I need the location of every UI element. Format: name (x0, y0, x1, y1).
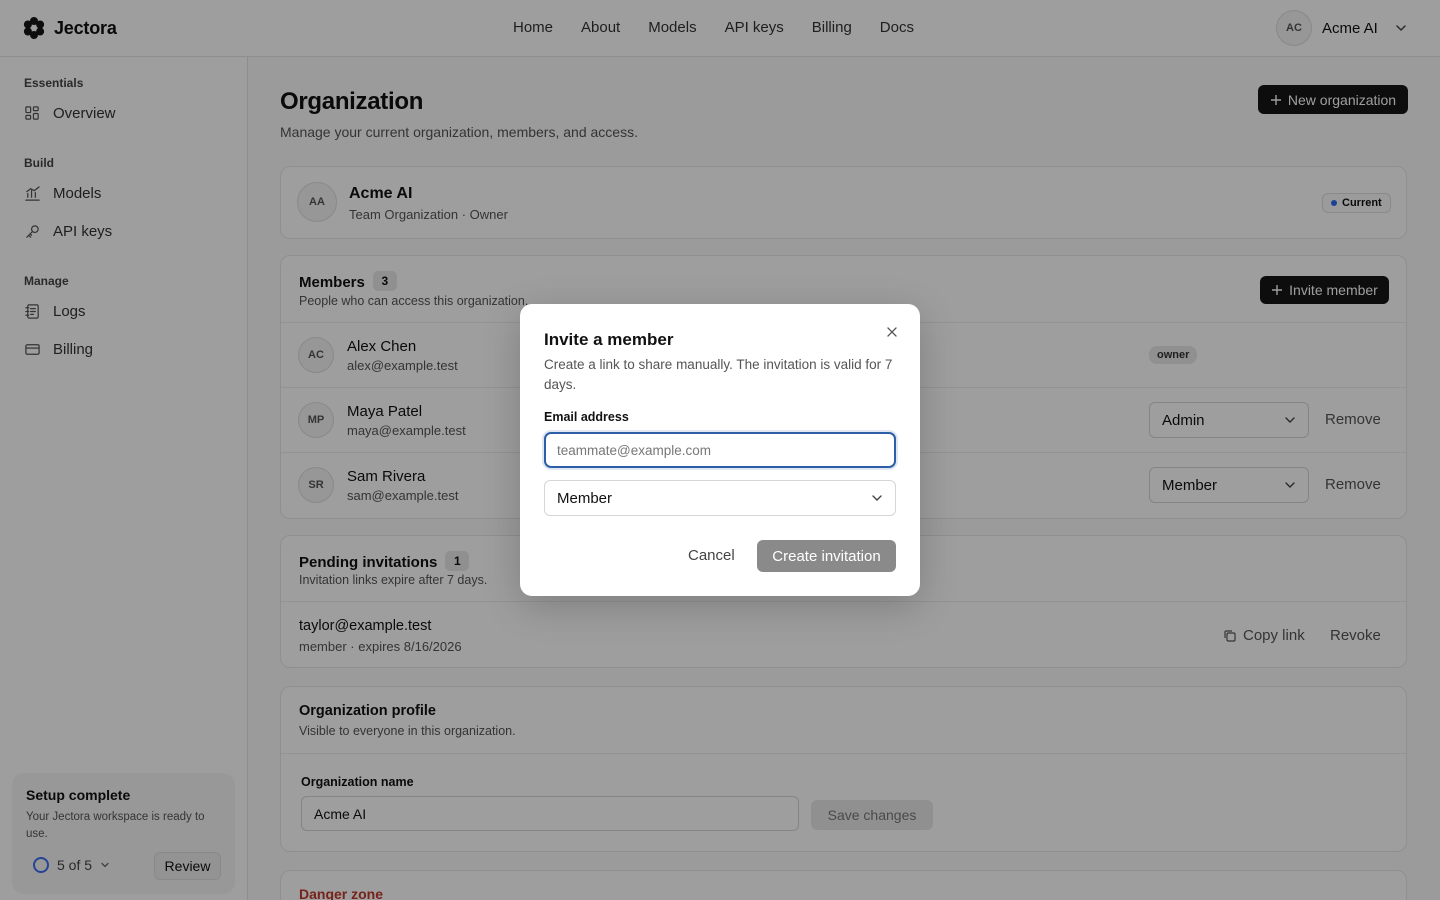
role-select-value: Member (557, 489, 613, 507)
invite-member-dialog: Invite a member Create a link to share m… (520, 304, 920, 596)
email-input[interactable] (544, 432, 896, 468)
chevron-down-icon (872, 495, 882, 501)
role-select[interactable]: Member (544, 480, 896, 516)
close-icon[interactable] (884, 324, 900, 340)
dialog-title: Invite a member (544, 330, 674, 349)
dialog-description: Create a link to share manually. The inv… (544, 357, 893, 392)
email-label: Email address (544, 410, 629, 424)
create-invitation-button[interactable]: Create invitation (757, 540, 896, 572)
cancel-button[interactable]: Cancel (688, 547, 735, 564)
